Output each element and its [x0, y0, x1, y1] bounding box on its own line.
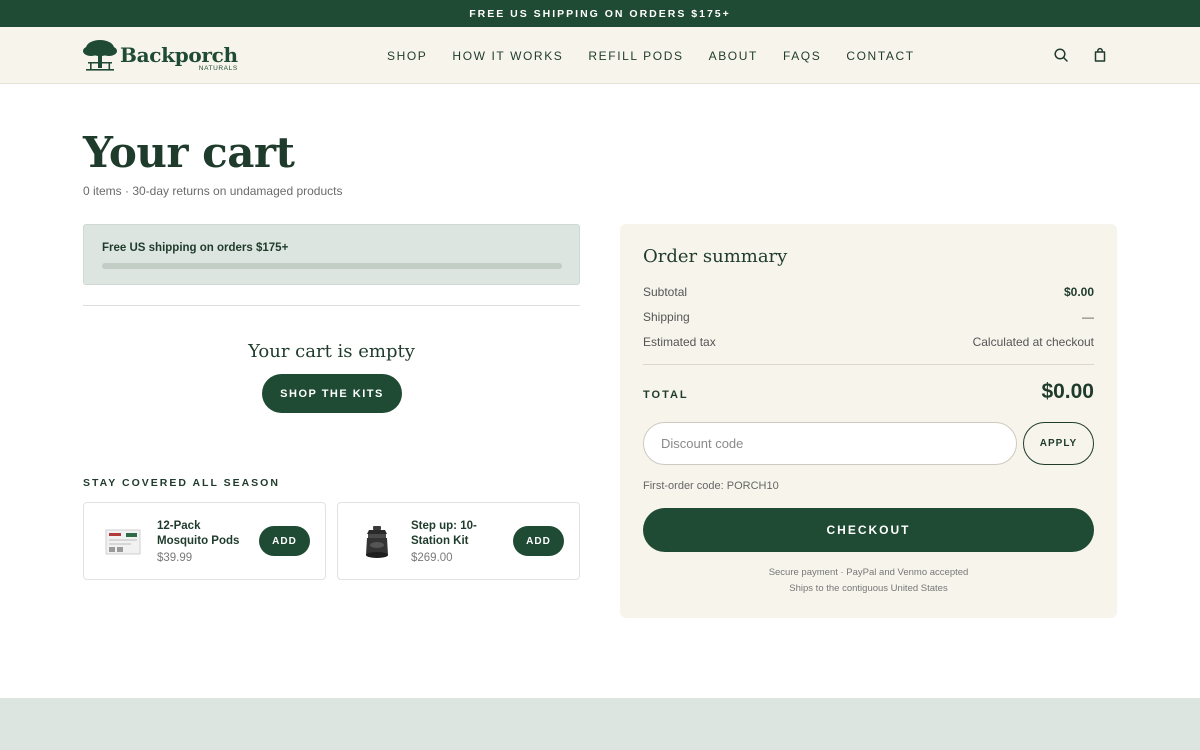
secure-payment-note: Secure payment · PayPal and Venmo accept… [643, 565, 1094, 597]
footer-band [0, 698, 1200, 750]
nav-faqs[interactable]: FAQS [783, 49, 821, 63]
main-nav: SHOP HOW IT WORKS REFILL PODS ABOUT FAQS… [387, 27, 940, 84]
product-name[interactable]: 12-Pack Mosquito Pods [157, 519, 252, 549]
free-shipping-progress: Free US shipping on orders $175+ [83, 224, 580, 285]
nav-shop[interactable]: SHOP [387, 49, 427, 63]
subtotal-label: Subtotal [643, 285, 688, 299]
product-card[interactable]: Step up: 10-Station Kit $269.00 ADD [337, 502, 580, 580]
shopping-bag-icon[interactable] [1091, 46, 1109, 64]
summary-divider [643, 364, 1094, 365]
nav-how-it-works[interactable]: HOW IT WORKS [452, 49, 563, 63]
summary-row-shipping: Shipping — [643, 310, 1094, 326]
brand-sub: NATURALS [198, 65, 238, 72]
nav-refill-pods[interactable]: REFILL PODS [588, 49, 683, 63]
site-header: Backporch NATURALS SHOP HOW IT WORKS REF… [0, 27, 1200, 84]
total-value: $0.00 [1041, 380, 1094, 403]
shipping-label: Shipping [643, 310, 690, 324]
page-title: Your cart [83, 128, 295, 177]
apply-discount-button[interactable]: APPLY [1023, 422, 1094, 465]
discount-code-input[interactable] [643, 422, 1017, 465]
empty-cart-message: Your cart is empty [248, 341, 415, 362]
shipping-value: — [1082, 310, 1094, 324]
logo-text: Backporch NATURALS [120, 43, 238, 72]
order-summary-title: Order summary [643, 246, 788, 267]
add-to-cart-button[interactable]: ADD [259, 526, 310, 556]
product-name[interactable]: Step up: 10-Station Kit [411, 519, 506, 549]
shipping-message: Free US shipping on orders $175+ [102, 242, 289, 254]
summary-row-subtotal: Subtotal $0.00 [643, 285, 1094, 301]
tree-logo-icon [83, 40, 117, 71]
logo[interactable]: Backporch NATURALS [82, 38, 238, 72]
upsell-title: STAY COVERED ALL SEASON [83, 477, 280, 489]
nav-about[interactable]: ABOUT [709, 49, 758, 63]
product-price: $39.99 [157, 552, 193, 564]
first-order-code-note: First-order code: PORCH10 [643, 480, 779, 492]
product-card[interactable]: 12-Pack Mosquito Pods $39.99 ADD [83, 502, 326, 580]
pods-package-icon [105, 529, 141, 555]
secure-payment-line: Secure payment · PayPal and Venmo accept… [768, 567, 969, 578]
summary-row-tax: Estimated tax Calculated at checkout [643, 335, 1094, 351]
trap-station-icon [366, 526, 388, 558]
divider [83, 305, 580, 306]
shipping-progress-bar [102, 263, 562, 269]
cart-subtitle: 0 items · 30-day returns on undamaged pr… [83, 184, 343, 198]
brand-name: Backporch [120, 43, 238, 67]
subtotal-value: $0.00 [1063, 285, 1094, 299]
search-icon[interactable] [1052, 46, 1070, 64]
tax-label: Estimated tax [643, 335, 716, 349]
announcement-bar: FREE US SHIPPING ON ORDERS $175+ [0, 0, 1200, 27]
add-to-cart-button[interactable]: ADD [513, 526, 564, 556]
announcement-text: FREE US SHIPPING ON ORDERS $175+ [469, 7, 731, 20]
shipping-region-line: Ships to the contiguous United States [789, 583, 948, 594]
shop-kits-button[interactable]: SHOP THE KITS [262, 374, 402, 413]
checkout-button[interactable]: CHECKOUT [643, 508, 1094, 552]
order-summary: Order summary Subtotal $0.00 Shipping — … [620, 224, 1117, 618]
nav-contact[interactable]: CONTACT [846, 49, 914, 63]
tax-value: Calculated at checkout [972, 335, 1094, 349]
total-label: TOTAL [643, 389, 689, 401]
product-price: $269.00 [411, 552, 453, 564]
